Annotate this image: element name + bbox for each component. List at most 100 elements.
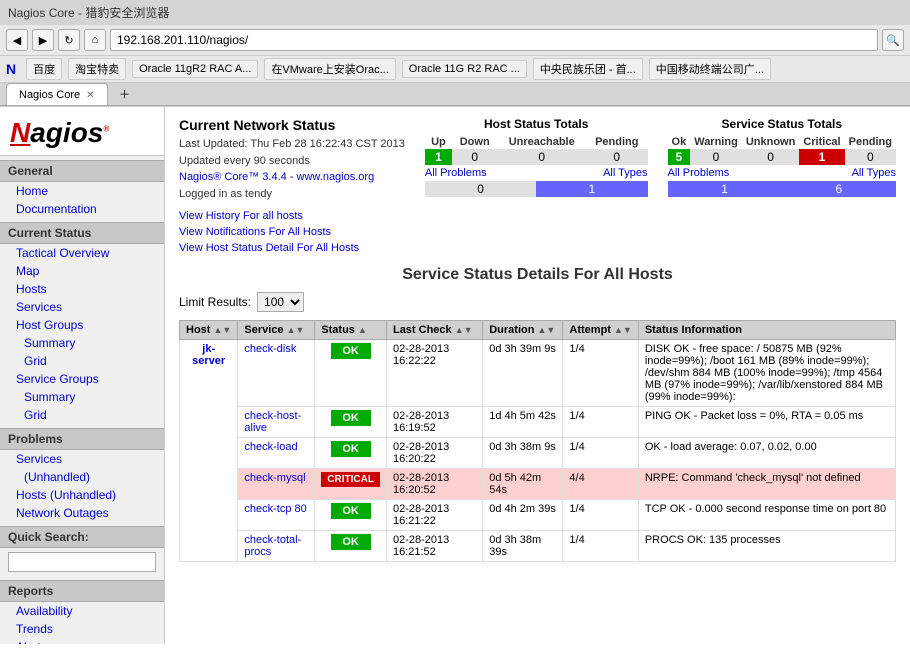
bookmark-mobile[interactable]: 中国移动终端公司广...: [649, 58, 771, 80]
sidebar-item-availability[interactable]: Availability: [0, 602, 164, 620]
sidebar-item-map[interactable]: Map: [0, 262, 164, 280]
sidebar-item-servicegroups-summary[interactable]: Summary: [0, 388, 164, 406]
table-row: check-host-aliveOK02-28-2013 16:19:521d …: [180, 407, 896, 438]
sidebar-item-hosts-unhandled[interactable]: Hosts (Unhandled): [0, 486, 164, 504]
sidebar-item-alerts[interactable]: Alerts: [0, 638, 164, 644]
bookmark-oracle2[interactable]: Oracle 11G R2 RAC ...: [402, 60, 527, 78]
host-val-down[interactable]: 0: [452, 149, 497, 165]
sidebar-item-hostgroups-grid[interactable]: Grid: [0, 352, 164, 370]
sidebar-item-servicegroups-grid[interactable]: Grid: [0, 406, 164, 424]
sort-status-icon[interactable]: ▲: [358, 325, 367, 335]
refresh-button[interactable]: ↻: [58, 29, 80, 51]
sidebar-section-problems: Problems: [0, 428, 164, 450]
service-link[interactable]: check-mysql: [244, 472, 305, 484]
sidebar-section-reports: Reports: [0, 580, 164, 602]
service-link[interactable]: check-total-procs: [244, 534, 301, 558]
sidebar-section-current-status: Current Status: [0, 222, 164, 244]
host-all-problems-link[interactable]: All Problems: [425, 167, 487, 179]
col-duration: Duration ▲▼: [483, 321, 563, 340]
duration-cell: 1d 4h 5m 42s: [483, 407, 563, 438]
bookmark-music[interactable]: 中央民族乐团 - 首...: [533, 58, 643, 80]
sort-service-icon[interactable]: ▲▼: [287, 325, 305, 335]
sort-check-icon[interactable]: ▲▼: [455, 325, 473, 335]
bookmark-oracle1[interactable]: Oracle 11gR2 RAC A...: [132, 60, 258, 78]
sidebar-item-documentation[interactable]: Documentation: [0, 200, 164, 218]
attempt-cell: 1/4: [563, 500, 638, 531]
col-info: Status Information: [638, 321, 895, 340]
info-cell: PING OK - Packet loss = 0%, RTA = 0.05 m…: [638, 407, 895, 438]
attempt-cell: 1/4: [563, 340, 638, 407]
status-links: View History For all hosts View Notifica…: [179, 208, 405, 254]
limit-select[interactable]: 25 50 100 200 All: [257, 292, 304, 312]
svc-types-val[interactable]: 6: [782, 181, 896, 197]
view-host-status-link[interactable]: View Host Status Detail For All Hosts: [179, 242, 359, 254]
nagios-tab[interactable]: Nagios Core ✕: [6, 83, 108, 105]
service-cell: check-tcp 80: [238, 500, 315, 531]
host-types-val[interactable]: 1: [536, 181, 647, 197]
sidebar-item-services[interactable]: Services: [0, 298, 164, 316]
sidebar-item-hosts[interactable]: Hosts: [0, 280, 164, 298]
service-link[interactable]: check-disk: [244, 343, 296, 355]
host-link[interactable]: jk-server: [192, 343, 225, 367]
host-val-pending[interactable]: 0: [586, 149, 648, 165]
view-notifications-link[interactable]: View Notifications For All Hosts: [179, 226, 331, 238]
bookmark-baidu[interactable]: 百度: [26, 58, 62, 80]
search-button[interactable]: 🔍: [882, 29, 904, 51]
service-link[interactable]: check-tcp 80: [244, 503, 306, 515]
host-val-unreachable[interactable]: 0: [497, 149, 586, 165]
back-button[interactable]: ◀: [6, 29, 28, 51]
host-val-up[interactable]: 1: [425, 149, 452, 165]
forward-button[interactable]: ▶: [32, 29, 54, 51]
sidebar-item-service-groups[interactable]: Service Groups: [0, 370, 164, 388]
info-cell: PROCS OK: 135 processes: [638, 531, 895, 562]
svc-val-unknown[interactable]: 0: [742, 149, 800, 165]
service-totals-table: Ok Warning Unknown Critical Pending 5 0 …: [668, 135, 896, 165]
sidebar-item-problems-services-unhandled[interactable]: (Unhandled): [0, 468, 164, 486]
svc-problems-val[interactable]: 1: [668, 181, 782, 197]
lastcheck-cell: 02-28-2013 16:22:22: [386, 340, 482, 407]
sidebar-item-tactical-overview[interactable]: Tactical Overview: [0, 244, 164, 262]
sidebar-item-home[interactable]: Home: [0, 182, 164, 200]
svc-val-warning[interactable]: 0: [690, 149, 742, 165]
svc-all-problems-link[interactable]: All Problems: [668, 167, 730, 179]
duration-cell: 0d 3h 39m 9s: [483, 340, 563, 407]
host-problems-val[interactable]: 0: [425, 181, 536, 197]
bookmark-vmware[interactable]: 在VMware上安装Orac...: [264, 58, 395, 80]
svc-val-pending[interactable]: 0: [845, 149, 896, 165]
tab-close-button[interactable]: ✕: [86, 90, 94, 101]
nagios-version-link[interactable]: Nagios® Core™ 3.4.4 - www.nagios.org: [179, 171, 374, 183]
service-link[interactable]: check-host-alive: [244, 410, 301, 434]
svc-val-critical[interactable]: 1: [799, 149, 844, 165]
address-bar[interactable]: [110, 29, 878, 51]
lastcheck-cell: 02-28-2013 16:21:22: [386, 500, 482, 531]
service-cell: check-mysql: [238, 469, 315, 500]
svc-val-ok[interactable]: 5: [668, 149, 691, 165]
logo-n: N: [10, 117, 30, 148]
sidebar-item-problems-services[interactable]: Services: [0, 450, 164, 468]
col-lastcheck: Last Check ▲▼: [386, 321, 482, 340]
sidebar-item-trends[interactable]: Trends: [0, 620, 164, 638]
browser-title: Nagios Core - 猎豹安全浏览器: [8, 4, 169, 21]
host-col-down: Down: [452, 135, 497, 149]
svc-col-pending: Pending: [845, 135, 896, 149]
bookmark-taobao[interactable]: 淘宝特卖: [68, 58, 126, 80]
col-attempt: Attempt ▲▼: [563, 321, 638, 340]
home-button[interactable]: ⌂: [84, 29, 106, 51]
sort-duration-icon[interactable]: ▲▼: [538, 325, 556, 335]
service-link[interactable]: check-load: [244, 441, 297, 453]
sidebar-item-hostgroups-summary[interactable]: Summary: [0, 334, 164, 352]
sidebar-item-host-groups[interactable]: Host Groups: [0, 316, 164, 334]
svc-col-warning: Warning: [690, 135, 742, 149]
host-totals-links: All Problems All Types: [425, 167, 648, 179]
quick-search-input[interactable]: [8, 552, 156, 572]
duration-cell: 0d 3h 38m 9s: [483, 438, 563, 469]
col-service: Service ▲▼: [238, 321, 315, 340]
attempt-cell: 1/4: [563, 407, 638, 438]
host-all-types-link[interactable]: All Types: [603, 167, 647, 179]
svc-all-types-link[interactable]: All Types: [852, 167, 896, 179]
view-history-link[interactable]: View History For all hosts: [179, 210, 303, 222]
sidebar-item-network-outages[interactable]: Network Outages: [0, 504, 164, 522]
new-tab-button[interactable]: ＋: [114, 83, 136, 105]
sort-host-icon[interactable]: ▲▼: [214, 325, 232, 335]
sort-attempt-icon[interactable]: ▲▼: [614, 325, 632, 335]
